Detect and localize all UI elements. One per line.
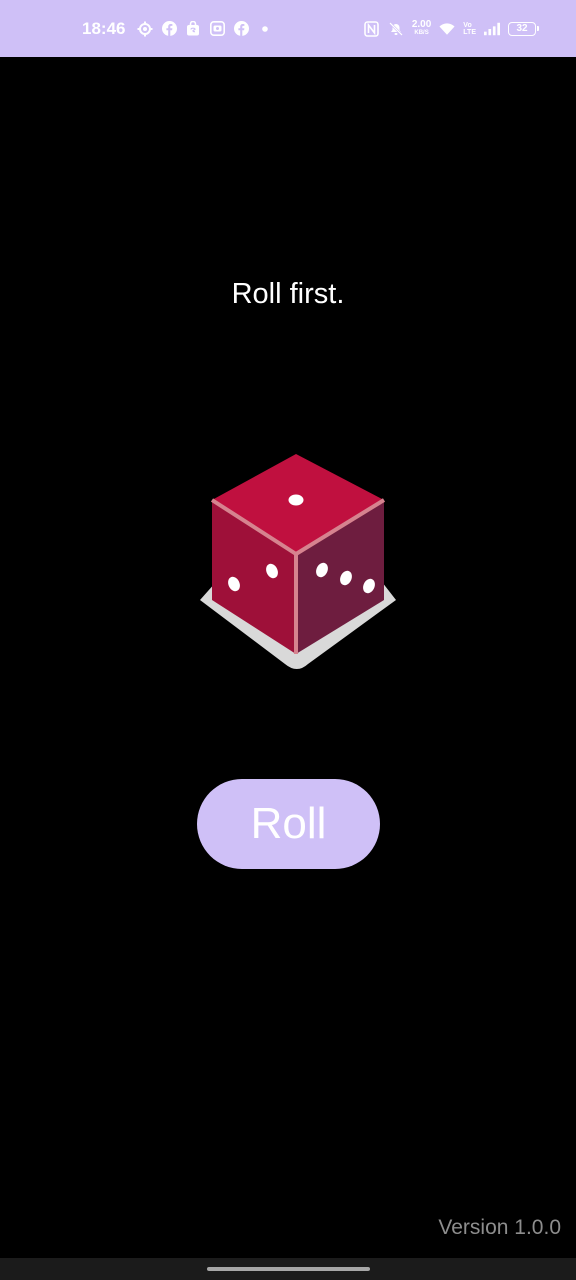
dice-image: [196, 450, 400, 676]
roll-button[interactable]: Roll: [197, 779, 380, 869]
dot-icon: [257, 21, 273, 37]
signal-icon: [484, 21, 500, 37]
photo-app-icon: [209, 21, 225, 37]
volte-bottom: LTE: [463, 28, 476, 36]
facebook-icon: [161, 21, 177, 37]
wifi-icon: [439, 21, 455, 37]
status-bar: 18:46 2.00 KB/S Vo LTE 32: [0, 0, 576, 57]
shopping-bag-icon: [185, 21, 201, 37]
roll-status-message: Roll first.: [231, 278, 345, 310]
version-label: Version 1.0.0: [438, 1216, 561, 1239]
nfc-icon: [364, 20, 380, 37]
volte-top: Vo: [463, 21, 472, 29]
status-bar-right: 2.00 KB/S Vo LTE 32: [364, 18, 539, 37]
mute-icon: [388, 21, 404, 37]
gear-icon: [137, 21, 153, 37]
dice-pip: [288, 494, 304, 506]
network-speed: 2.00 KB/S: [411, 18, 432, 37]
battery-icon: 32: [508, 21, 539, 36]
network-speed-unit: KB/S: [414, 29, 429, 36]
volte-indicator: Vo LTE: [463, 22, 476, 36]
navigation-bar: [0, 1258, 576, 1280]
facebook-icon: [233, 21, 249, 37]
network-speed-value: 2.00: [411, 18, 432, 30]
status-bar-left: 18:46: [82, 19, 273, 39]
clock: 18:46: [82, 18, 126, 38]
home-gesture-handle[interactable]: [207, 1267, 370, 1271]
